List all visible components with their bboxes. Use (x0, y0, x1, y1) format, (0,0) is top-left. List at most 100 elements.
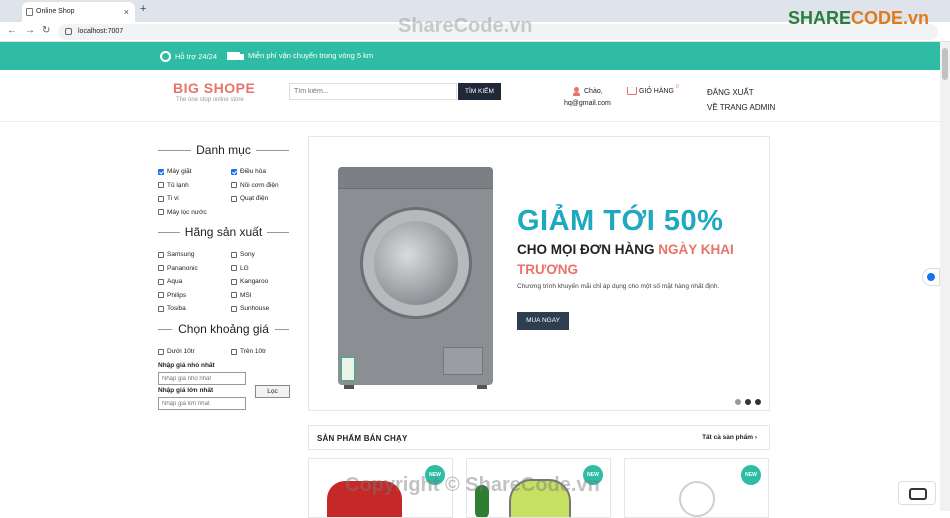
min-price-input[interactable] (158, 372, 246, 385)
checkbox-label: Trên 10tr (240, 348, 267, 355)
filter-checkbox[interactable]: LG (231, 265, 249, 272)
shipping-text: Miễn phí vận chuyển trong vòng 5 km (248, 51, 374, 60)
max-price-input[interactable] (158, 397, 246, 410)
promo-subline: CHO MỌI ĐƠN HÀNG NGÀY KHAI TRƯƠNG (517, 242, 734, 277)
filter-checkbox[interactable]: Sunhouse (231, 305, 269, 312)
checkbox-label: Aqua (167, 278, 183, 285)
search-input[interactable] (289, 83, 457, 100)
carousel-dot-2[interactable] (745, 399, 751, 405)
support-info: Hỗ trợ 24/24 (160, 51, 217, 62)
cart-icon[interactable] (627, 87, 637, 95)
view-all-products-link[interactable]: Tất cả sản phẩm › (702, 434, 757, 441)
fan-image (679, 481, 715, 517)
new-tab-icon[interactable]: + (140, 3, 146, 15)
filter-checkbox[interactable]: Samsung (158, 251, 194, 258)
checkbox-label: Samsung (167, 251, 195, 258)
filter-checkbox[interactable]: Tosiba (158, 305, 186, 312)
tab-title: Online Shop (36, 8, 75, 15)
filter-checkbox[interactable]: Sony (231, 251, 255, 258)
checkbox[interactable] (158, 251, 164, 258)
checkbox[interactable] (231, 251, 237, 258)
filter-button[interactable]: Lọc (255, 385, 290, 398)
checkbox-label: Tủ lạnh (167, 181, 189, 189)
buy-now-button[interactable]: MUA NGAY (517, 312, 569, 330)
carousel-dot-1[interactable] (735, 399, 741, 405)
site-info-icon[interactable] (65, 28, 72, 35)
browser-tab[interactable]: Online Shop × (22, 2, 135, 22)
logout-link[interactable]: ĐĂNG XUẤT (707, 88, 754, 97)
brand-heading: Hãng sản xuất (158, 225, 289, 239)
filter-checkbox[interactable]: Quạt điện (231, 195, 268, 202)
checkbox[interactable] (158, 168, 164, 175)
page-scrollbar[interactable] (940, 42, 950, 511)
checkbox[interactable] (231, 168, 237, 175)
promo-banner: GIẢM TỚI 50% CHO MỌI ĐƠN HÀNG NGÀY KHAI … (308, 136, 770, 411)
search-button[interactable]: TÌM KIẾM (458, 83, 501, 100)
checkbox[interactable] (231, 182, 237, 188)
checkbox[interactable] (158, 209, 164, 215)
checkbox-label: Tosiba (167, 305, 186, 312)
checkbox[interactable] (158, 265, 164, 271)
user-email[interactable]: hq@gmail.com (564, 100, 611, 107)
checkbox-label: Sunhouse (240, 305, 270, 312)
filter-checkbox[interactable]: Nồi cơm điện (231, 182, 279, 189)
close-tab-icon[interactable]: × (124, 2, 129, 22)
forward-icon[interactable]: → (25, 25, 35, 36)
filter-checkbox[interactable]: Philips (158, 292, 186, 299)
filter-checkbox[interactable]: Điều hòa (231, 168, 266, 175)
floating-widget-icon[interactable] (922, 268, 940, 286)
filter-checkbox[interactable]: Tủ lạnh (158, 182, 189, 189)
filter-checkbox[interactable]: Kangaroo (231, 278, 268, 285)
filter-checkbox[interactable]: Trên 10tr (231, 348, 266, 355)
best-seller-bar: SẢN PHẨM BÁN CHẠY Tất cả sản phẩm › (308, 425, 770, 450)
filter-checkbox[interactable]: Máy lọc nước (158, 209, 207, 216)
checkbox[interactable] (231, 292, 237, 298)
site-logo[interactable]: BIG SHOPE (173, 80, 255, 96)
cart-link[interactable]: GIỎ HÀNG (639, 88, 674, 95)
checkbox[interactable] (231, 278, 237, 285)
best-seller-title: SẢN PHẨM BÁN CHẠY (317, 434, 408, 443)
filter-checkbox[interactable]: Pananonic (158, 265, 198, 272)
carousel-dot-3[interactable] (755, 399, 761, 405)
url-text: localhost:7007 (78, 28, 124, 35)
filter-checkbox[interactable]: Dưới 10tr (158, 348, 195, 355)
product-card[interactable]: NEW (624, 458, 769, 518)
site-slogan: The one stop online store (176, 97, 244, 103)
filter-checkbox[interactable]: MSI (231, 292, 252, 299)
filter-checkbox[interactable]: Aqua (158, 278, 182, 285)
checkbox[interactable] (231, 195, 237, 202)
checkbox[interactable] (158, 305, 164, 312)
filter-checkbox[interactable]: Ti vi (158, 195, 179, 202)
promo-headline: GIẢM TỚI 50% (517, 205, 724, 237)
checkbox[interactable] (231, 348, 237, 355)
checkbox[interactable] (231, 265, 237, 271)
sharecode-logo: SHARECODE.vn (788, 8, 930, 28)
greeting-text: Chào, (584, 88, 603, 95)
shipping-info: Miễn phí vận chuyển trong vòng 5 km (227, 51, 373, 60)
checkbox[interactable] (158, 182, 164, 188)
chat-icon[interactable] (898, 481, 936, 505)
checkbox[interactable] (158, 348, 164, 355)
admin-link[interactable]: VỀ TRANG ADMIN (707, 103, 775, 112)
scrollbar-thumb[interactable] (942, 48, 948, 80)
checkbox[interactable] (158, 278, 164, 285)
reload-icon[interactable]: ↻ (42, 25, 50, 36)
user-icon (573, 87, 580, 96)
checkbox-label: Điều hòa (240, 168, 267, 175)
filter-checkbox[interactable]: Máy giặt (158, 168, 192, 175)
checkbox-label: Ti vi (167, 195, 179, 202)
checkbox-label: Máy lọc nước (167, 208, 207, 216)
checkbox-label: Dưới 10tr (167, 348, 195, 355)
checkbox-label: Quạt điện (240, 195, 269, 202)
checkbox-label: MSI (240, 291, 252, 299)
checkbox-label: Nồi cơm điện (240, 181, 279, 189)
promo-description: Chương trình khuyến mãi chỉ áp dụng cho … (517, 283, 720, 290)
watermark-top: ShareCode.vn (398, 15, 533, 37)
checkbox-label: LG (240, 264, 249, 272)
back-icon[interactable]: ← (7, 25, 17, 36)
checkbox-label: Philips (167, 291, 187, 299)
checkbox[interactable] (158, 292, 164, 298)
checkbox[interactable] (231, 305, 237, 312)
checkbox[interactable] (158, 195, 164, 202)
max-price-label: Nhập giá lớn nhất (158, 387, 214, 394)
